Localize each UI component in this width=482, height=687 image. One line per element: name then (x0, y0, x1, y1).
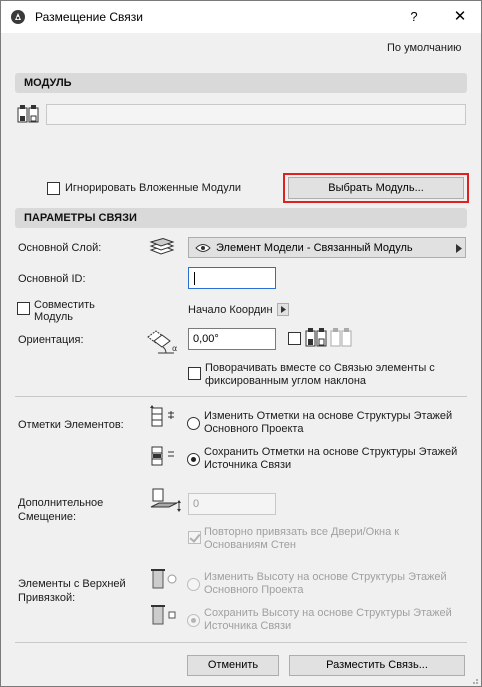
top-linked-option2-label: Сохранить Высоту на основе Структуры Эта… (204, 607, 452, 633)
top-linked-label: Элементы с Верхней Привязкой: (18, 577, 126, 605)
rebind-doors-label: Повторно привязать все Двери/Окна к Осно… (204, 526, 399, 552)
orientation-label: Ориентация: (18, 334, 84, 346)
eye-icon (195, 244, 211, 252)
elevation-story-icon (151, 446, 174, 466)
elevations-option1-label: Изменить Отметки на основе Структуры Эта… (204, 410, 452, 436)
top-linked-option1-line1: Изменить Высоту на основе Структуры Этаж… (204, 571, 447, 583)
triangle-right-icon (456, 244, 462, 253)
place-link-button[interactable]: Разместить Связь... (289, 655, 465, 676)
rotate-fixed-label: Поворачивать вместе со Связью элементы с… (205, 362, 435, 388)
elevations-option2-line2: Источника Связи (204, 459, 292, 471)
main-layer-label: Основной Слой: (18, 242, 102, 254)
elevations-option1-line1: Изменить Отметки на основе Структуры Эта… (204, 410, 453, 422)
orientation-input[interactable]: 0,00° (188, 328, 276, 350)
top-linked-label-line1: Элементы с Верхней (18, 578, 126, 590)
top-linked-option1-radio[interactable] (187, 578, 200, 591)
elevations-option2-radio[interactable] (187, 453, 200, 466)
dialog-window: Размещение Связи ? ✕ По умолчанию МОДУЛЬ… (0, 0, 482, 687)
origin-menu-button[interactable] (277, 303, 289, 316)
main-id-input[interactable] (188, 267, 276, 289)
additional-offset-input[interactable]: 0 (188, 493, 276, 515)
rebind-doors-line2: Основаниям Стен (204, 539, 296, 551)
top-linked-option1-label: Изменить Высоту на основе Структуры Этаж… (204, 571, 447, 597)
origin-label: Начало Координ (188, 304, 273, 316)
rebind-doors-checkbox[interactable] (188, 531, 201, 544)
module-section-header: МОДУЛЬ (15, 73, 467, 93)
top-linked-option1-line2: Основного Проекта (204, 584, 304, 596)
additional-offset-label-line2: Смещение: (18, 511, 77, 523)
main-id-label: Основной ID: (18, 273, 86, 285)
top-linked-option2-radio[interactable] (187, 614, 200, 627)
window-title: Размещение Связи (35, 10, 143, 24)
rebind-doors-line1: Повторно привязать все Двери/Окна к (204, 526, 400, 538)
rotate-fixed-label-line1: Поворачивать вместе со Связью элементы с (205, 362, 435, 374)
svg-text:α: α (172, 344, 177, 353)
align-module-checkbox[interactable] (17, 302, 30, 315)
rotate-fixed-label-line2: фиксированным углом наклона (205, 375, 367, 387)
module-path-field (46, 104, 466, 125)
additional-offset-label-line1: Дополнительное (18, 497, 104, 509)
orientation-angle-icon: α (147, 330, 177, 354)
mirror-checkbox[interactable] (288, 332, 301, 345)
defaults-link[interactable]: По умолчанию (387, 42, 461, 54)
choose-module-button[interactable]: Выбрать Модуль... (288, 177, 464, 199)
additional-offset-label: Дополнительное Смещение: (18, 496, 103, 524)
mirror-icon (305, 328, 352, 347)
elevations-option1-line2: Основного Проекта (204, 423, 304, 435)
footer-separator (15, 642, 467, 643)
ignore-nested-checkbox[interactable] (47, 182, 60, 195)
top-linked-option2-line1: Сохранить Высоту на основе Структуры Эта… (204, 607, 452, 619)
elevation-story-icon (150, 405, 174, 427)
resize-grip-icon[interactable] (469, 675, 479, 685)
elevations-option1-radio[interactable] (187, 417, 200, 430)
top-link-icon (151, 605, 176, 625)
align-module-label-line1: Совместить (34, 299, 95, 311)
main-layer-dropdown[interactable]: Элемент Модели - Связанный Модуль (188, 237, 466, 258)
triangle-right-icon (281, 306, 286, 313)
link-params-section-header: ПАРАМЕТРЫ СВЯЗИ (15, 208, 467, 228)
text-cursor (194, 272, 195, 285)
layer-stack-icon (149, 238, 175, 255)
rotate-fixed-checkbox[interactable] (188, 367, 201, 380)
title-bar[interactable]: Размещение Связи ? ✕ (1, 1, 481, 33)
main-layer-value: Элемент Модели - Связанный Модуль (216, 242, 413, 254)
top-link-icon (151, 569, 177, 589)
elevations-option2-label: Сохранить Отметки на основе Структуры Эт… (204, 446, 457, 472)
close-button[interactable]: ✕ (445, 3, 475, 31)
top-linked-option2-line2: Источника Связи (204, 620, 292, 632)
top-linked-label-line2: Привязкой: (18, 592, 76, 604)
align-module-label: Совместить Модуль (34, 299, 95, 323)
archicad-logo-icon (11, 10, 25, 24)
module-file-icon (17, 105, 39, 123)
align-module-label-line2: Модуль (34, 311, 73, 323)
cancel-button[interactable]: Отменить (187, 655, 279, 676)
offset-icon (150, 488, 181, 512)
ignore-nested-label: Игнорировать Вложенные Модули (65, 182, 242, 194)
elevations-option2-line1: Сохранить Отметки на основе Структуры Эт… (204, 446, 458, 458)
separator (15, 396, 467, 397)
help-button[interactable]: ? (399, 3, 429, 31)
element-elevations-label: Отметки Элементов: (18, 419, 124, 431)
